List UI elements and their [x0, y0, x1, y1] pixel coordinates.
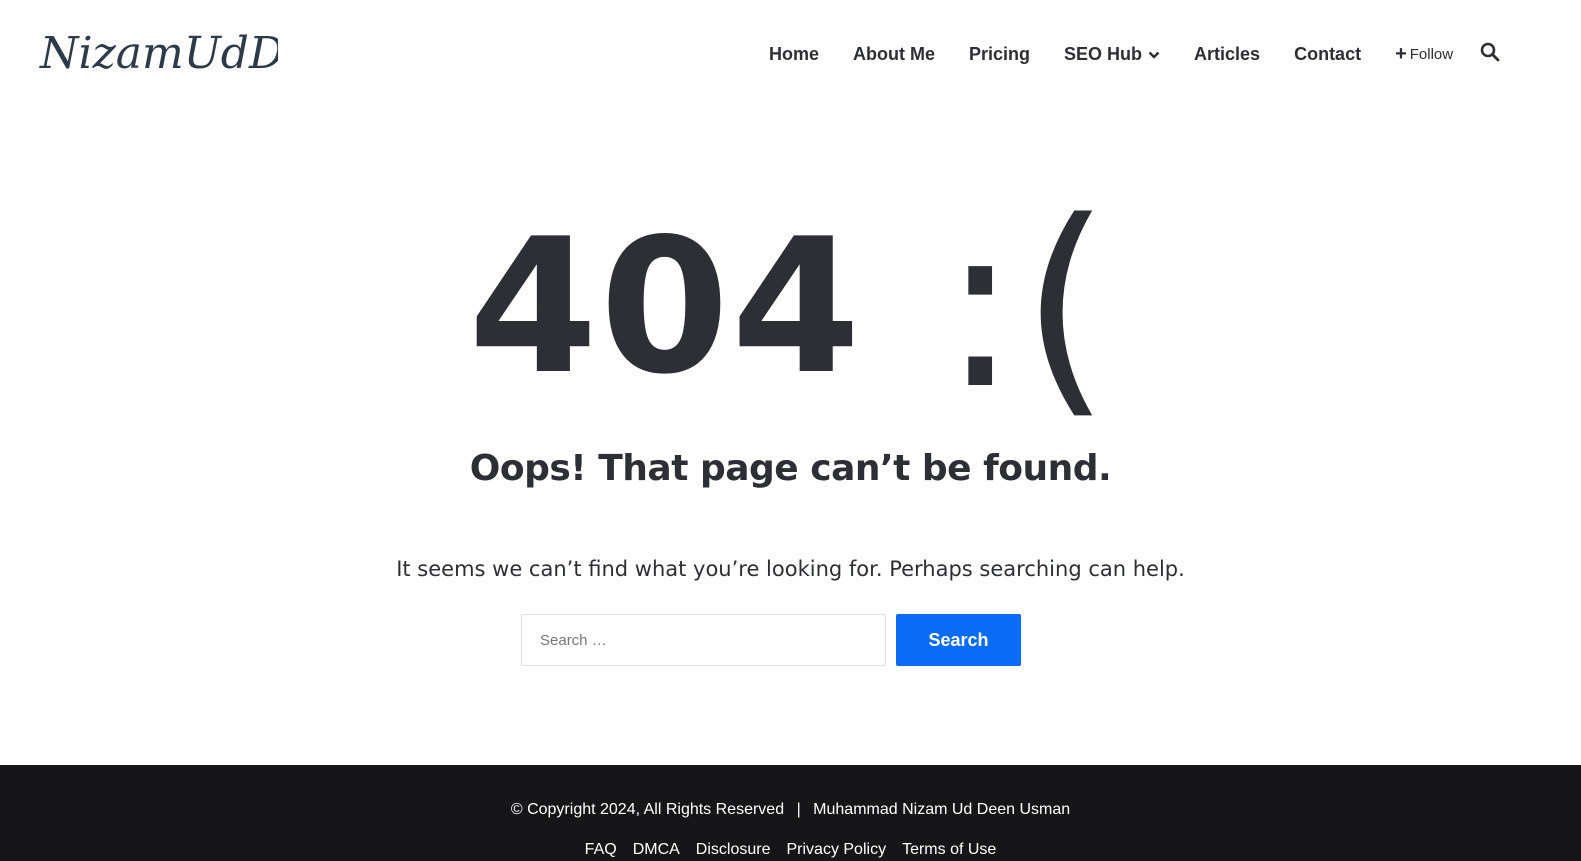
- footer-link-privacy-policy[interactable]: Privacy Policy: [786, 841, 886, 859]
- footer-link-disclosure[interactable]: Disclosure: [696, 841, 771, 859]
- footer-link-faq[interactable]: FAQ: [585, 841, 617, 859]
- copyright-line: © Copyright 2024, All Rights Reserved | …: [0, 801, 1581, 819]
- nav-home[interactable]: Home: [752, 44, 836, 65]
- copyright-text: © Copyright 2024, All Rights Reserved: [510, 801, 785, 818]
- main-content: 404 :( Oops! That page can’t be found. I…: [0, 110, 1581, 765]
- plus-icon: +: [1395, 43, 1407, 65]
- search-form: Search: [521, 614, 1021, 666]
- sad-face: :(: [941, 173, 1113, 440]
- error-message: It seems we can’t find what you’re looki…: [396, 557, 1185, 581]
- nav-label: SEO Hub: [1064, 43, 1143, 64]
- nav-seo-hub[interactable]: SEO Hub: [1047, 44, 1177, 65]
- search-icon: [1480, 42, 1500, 67]
- nav-label: About Me: [853, 43, 935, 64]
- svg-text:NizamUdDeen: NizamUdDeen: [39, 28, 278, 79]
- owner-name: Muhammad Nizam Ud Deen Usman: [813, 801, 1071, 818]
- nav-label: Pricing: [969, 43, 1031, 64]
- site-footer: © Copyright 2024, All Rights Reserved | …: [0, 765, 1581, 861]
- footer-nav: FAQ DMCA Disclosure Privacy Policy Terms…: [0, 841, 1581, 859]
- nav-label: Home: [769, 43, 820, 64]
- search-toggle-button[interactable]: [1470, 42, 1510, 67]
- main-nav: Home About Me Pricing SEO Hub Articles C…: [752, 34, 1510, 74]
- search-input[interactable]: [521, 614, 886, 666]
- follow-button[interactable]: + Follow: [1378, 44, 1470, 64]
- chevron-down-icon: [1148, 44, 1160, 65]
- follow-label: Follow: [1409, 45, 1454, 63]
- error-title: Oops! That page can’t be found.: [469, 448, 1112, 489]
- nav-articles[interactable]: Articles: [1177, 44, 1277, 65]
- site-logo[interactable]: NizamUdDeen: [38, 20, 278, 86]
- logo-wordmark: NizamUdDeen: [39, 28, 278, 79]
- footer-link-terms-of-use[interactable]: Terms of Use: [902, 841, 996, 859]
- error-code-number: 404: [468, 198, 863, 415]
- nav-pricing[interactable]: Pricing: [952, 44, 1047, 65]
- site-header: NizamUdDeen Home About Me Pricing SEO Hu…: [0, 0, 1581, 110]
- nav-label: Articles: [1194, 43, 1261, 64]
- error-code: 404 :(: [0, 178, 1581, 422]
- footer-link-dmca[interactable]: DMCA: [633, 841, 680, 859]
- search-button[interactable]: Search: [896, 614, 1021, 666]
- nav-about-me[interactable]: About Me: [836, 44, 952, 65]
- separator: |: [796, 801, 801, 818]
- nav-label: Contact: [1294, 43, 1362, 64]
- nav-contact[interactable]: Contact: [1277, 44, 1378, 65]
